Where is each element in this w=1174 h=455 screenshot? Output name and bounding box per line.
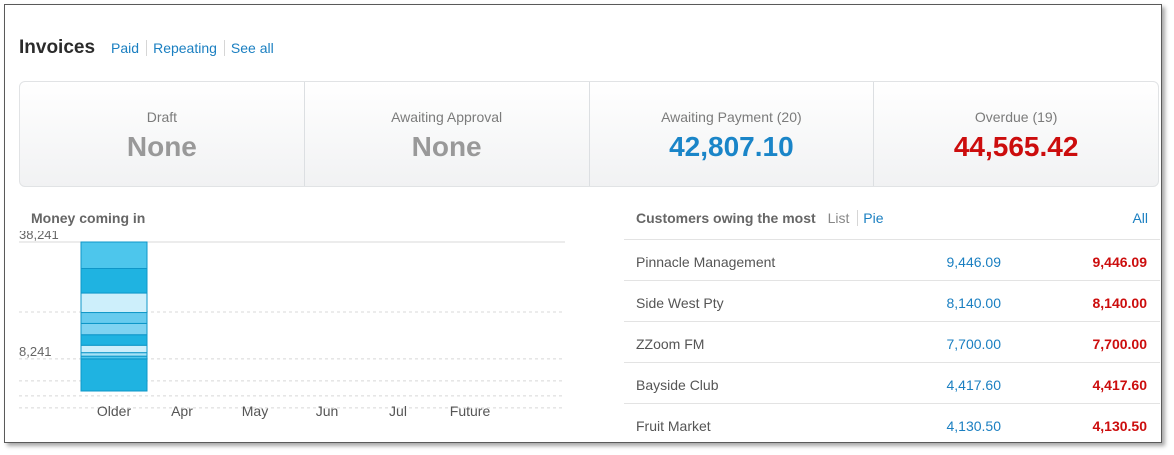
see-all-link[interactable]: See all [223,40,281,56]
chart-xtick-label: Future [450,403,491,419]
stat-awaiting-approval[interactable]: Awaiting Approval None [305,82,590,186]
stat-draft-value: None [126,131,197,162]
chart-xtick-label: Jul [389,403,407,419]
stat-overdue-value: 44,565.42 [953,131,1079,162]
invoices-widget: Invoices Paid Repeating See all Draft No… [4,4,1162,443]
all-customers-link[interactable]: All [1132,210,1148,226]
chart-bar-segment [80,312,148,324]
page-title: Invoices [19,37,96,58]
chart-xtick-label: May [242,403,268,419]
customer-amount: 4,417.60 [946,377,1002,393]
chart-bar-segment [80,352,148,357]
repeating-link[interactable]: Repeating [146,40,224,56]
customer-amount: 7,700.00 [946,336,1002,352]
money-coming-in-chart: 38,241 8,241 Older Apr May Jun Jul Future [5,231,575,441]
customer-name: Fruit Market [636,418,711,434]
chart-xtick-label: Apr [171,403,193,419]
chart-svg: 38,241 8,241 Older Apr May Jun Jul Future [19,231,565,419]
customer-name: ZZoom FM [636,336,705,352]
customer-overdue: 8,140.00 [1092,295,1148,311]
pie-view-link[interactable]: Pie [857,210,884,226]
invoices-header: Invoices Paid Repeating See all [19,37,281,59]
customer-name: Side West Pty [636,295,724,311]
stat-awaiting-payment[interactable]: Awaiting Payment (20) 42,807.10 [590,82,875,186]
stat-awaiting-approval-label: Awaiting Approval [391,109,503,125]
customer-row[interactable]: Bayside Club 4,417.60 4,417.60 [624,363,1160,404]
customers-header: Customers owing the most List Pie All [636,210,1148,226]
chart-bar-segment [80,241,148,269]
customer-amount: 4,130.50 [946,418,1002,434]
chart-bar-segment [80,358,148,392]
chart-title: Money coming in [31,210,146,226]
customer-overdue: 7,700.00 [1092,336,1148,352]
customer-row[interactable]: Fruit Market 4,130.50 4,130.50 [624,404,1160,442]
customer-overdue: 4,417.60 [1092,377,1148,393]
customer-row[interactable]: Side West Pty 8,140.00 8,140.00 [624,281,1160,322]
stat-awaiting-approval-value: None [411,131,482,162]
chart-xtick-label: Older [97,403,132,419]
stat-awaiting-payment-value: 42,807.10 [669,131,794,162]
chart-bar-segment [80,322,148,336]
stat-overdue[interactable]: Overdue (19) 44,565.42 [874,82,1158,186]
customer-name: Pinnacle Management [636,254,776,270]
stat-overdue-label: Overdue (19) [974,109,1058,125]
customers-list: Pinnacle Management 9,446.09 9,446.09 Si… [624,239,1160,442]
customer-amount: 9,446.09 [946,254,1002,270]
customer-row[interactable]: Pinnacle Management 9,446.09 9,446.09 [624,240,1160,281]
stat-awaiting-payment-label: Awaiting Payment (20) [661,109,802,125]
chart-xtick-label: Jun [316,403,339,419]
customer-row[interactable]: ZZoom FM 7,700.00 7,700.00 [624,322,1160,363]
chart-ytick-label: 38,241 [19,231,59,242]
chart-bar-segment [80,267,148,294]
stat-draft[interactable]: Draft None [20,82,305,186]
chart-bar-segment [80,292,148,314]
invoice-status-summary: Draft None Awaiting Approval None Awaiti… [19,81,1159,187]
customers-title: Customers owing the most [636,210,816,226]
stat-draft-label: Draft [146,109,178,125]
list-view-link[interactable]: List [828,210,850,226]
customer-overdue: 9,446.09 [1092,254,1148,270]
paid-link[interactable]: Paid [110,40,146,56]
customer-amount: 8,140.00 [946,295,1002,311]
customer-name: Bayside Club [636,377,719,393]
chart-bar-segment [80,344,148,354]
chart-bar-segment [80,334,148,346]
customer-overdue: 4,130.50 [1092,418,1148,434]
chart-ytick-label: 8,241 [19,344,52,359]
